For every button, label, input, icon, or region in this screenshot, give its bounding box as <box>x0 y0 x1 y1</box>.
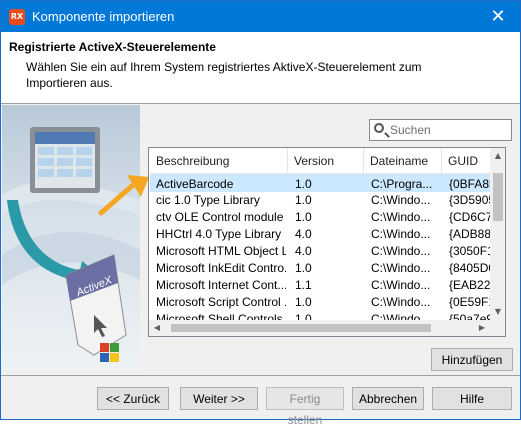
cell-version: 1.0 <box>295 177 312 191</box>
table-row[interactable]: Microsoft Internet Cont... 1.1 C:\Windo.… <box>150 276 491 293</box>
cell-guid: {ADB880 <box>449 227 491 241</box>
cell-description: ctv OLE Control module <box>156 210 284 224</box>
cell-filename: C:\Windo... <box>371 278 431 292</box>
cell-guid: {3050F1 <box>449 244 491 258</box>
table-row[interactable]: Microsoft HTML Object L... 4.0 C:\Windo.… <box>150 242 491 259</box>
horizontal-scroll-thumb[interactable] <box>171 324 431 332</box>
cell-filename: C:\Progra... <box>371 177 433 191</box>
add-button[interactable]: Hinzufügen <box>431 348 513 371</box>
cell-version: 1.0 <box>295 295 312 309</box>
cell-description: cic 1.0 Type Library <box>156 193 260 207</box>
column-header-guid[interactable]: GUID <box>448 154 478 168</box>
vertical-scrollbar[interactable]: ▲ ▼ <box>490 148 505 336</box>
title-bar[interactable]: RX Komponente importieren ✕ <box>1 1 520 32</box>
cancel-button[interactable]: Abbrechen <box>352 387 424 410</box>
activex-list[interactable]: Beschreibung Version Dateiname GUID Acti… <box>148 147 506 337</box>
cell-version: 1.1 <box>295 278 312 292</box>
next-button[interactable]: Weiter >> <box>180 387 258 410</box>
app-logo-icon: RX <box>9 9 25 25</box>
activex-illustration-graphic: ActiveX <box>2 127 140 362</box>
column-header-filename[interactable]: Dateiname <box>370 154 428 168</box>
table-row[interactable]: HHCtrl 4.0 Type Library 4.0 C:\Windo... … <box>150 225 491 242</box>
column-header-version[interactable]: Version <box>294 154 334 168</box>
cell-description: Microsoft InkEdit Contro... <box>156 261 286 275</box>
cell-description: Microsoft Script Control ... <box>156 295 286 309</box>
vertical-scroll-thumb[interactable] <box>493 173 503 221</box>
cell-filename: C:\Windo... <box>371 193 431 207</box>
scroll-up-icon[interactable]: ▲ <box>490 148 505 164</box>
back-button[interactable]: << Zurück <box>97 387 169 410</box>
cell-version: 4.0 <box>295 227 312 241</box>
cell-filename: C:\Windo... <box>371 261 431 275</box>
cell-version: 1.0 <box>295 193 312 207</box>
header-title: Registrierte ActiveX-Steuerelemente <box>9 40 216 54</box>
cell-version: 1.0 <box>295 210 312 224</box>
cell-guid: {0E59F1 <box>449 295 491 309</box>
cell-version: 4.0 <box>295 244 312 258</box>
cell-description: HHCtrl 4.0 Type Library <box>156 227 282 241</box>
header-description: Wählen Sie ein auf Ihrem System registri… <box>26 60 422 90</box>
cell-filename: C:\Windo... <box>371 244 431 258</box>
cell-description: Microsoft Internet Cont... <box>156 278 286 292</box>
footer-divider <box>1 375 520 376</box>
search-input[interactable] <box>390 121 508 139</box>
cell-guid: {CD6C78 <box>449 210 491 224</box>
cell-description: ActiveBarcode <box>156 177 234 191</box>
cell-description: Microsoft HTML Object L... <box>156 244 286 258</box>
cell-guid: {3D5905 <box>449 193 491 207</box>
cell-guid: {0BFA85 <box>449 177 491 191</box>
scroll-right-icon[interactable]: ▶ <box>474 320 490 336</box>
scroll-down-icon[interactable]: ▼ <box>490 304 505 320</box>
cell-filename: C:\Windo... <box>371 210 431 224</box>
window-title: Komponente importieren <box>32 9 175 24</box>
cell-version: 1.0 <box>295 261 312 275</box>
horizontal-scrollbar[interactable]: ◀ ▶ <box>149 320 490 336</box>
finish-button[interactable]: Fertig stellen <box>266 387 344 427</box>
table-row[interactable]: ActiveBarcode 1.0 C:\Progra... {0BFA85 <box>150 174 491 192</box>
table-row[interactable]: cic 1.0 Type Library 1.0 C:\Windo... {3D… <box>150 191 491 208</box>
cell-guid: {EAB22A <box>449 278 491 292</box>
list-header: Beschreibung Version Dateiname GUID <box>149 148 491 174</box>
help-button[interactable]: Hilfe <box>432 387 512 410</box>
wizard-header: Registrierte ActiveX-Steuerelemente Wähl… <box>1 32 520 104</box>
close-button[interactable]: ✕ <box>483 5 513 29</box>
search-icon <box>374 123 384 133</box>
table-row[interactable]: Microsoft InkEdit Contro... 1.0 C:\Windo… <box>150 259 491 276</box>
cell-guid: {8405D0 <box>449 261 491 275</box>
dialog-window: RX Komponente importieren ✕ Registrierte… <box>0 0 521 427</box>
table-row[interactable]: ctv OLE Control module 1.0 C:\Windo... {… <box>150 208 491 225</box>
cell-filename: C:\Windo... <box>371 227 431 241</box>
cell-filename: C:\Windo... <box>371 295 431 309</box>
column-header-description[interactable]: Beschreibung <box>156 154 229 168</box>
search-box[interactable] <box>369 119 512 141</box>
wizard-illustration: ActiveX <box>2 105 140 371</box>
table-row[interactable]: Microsoft Script Control ... 1.0 C:\Wind… <box>150 293 491 310</box>
scroll-left-icon[interactable]: ◀ <box>149 320 165 336</box>
